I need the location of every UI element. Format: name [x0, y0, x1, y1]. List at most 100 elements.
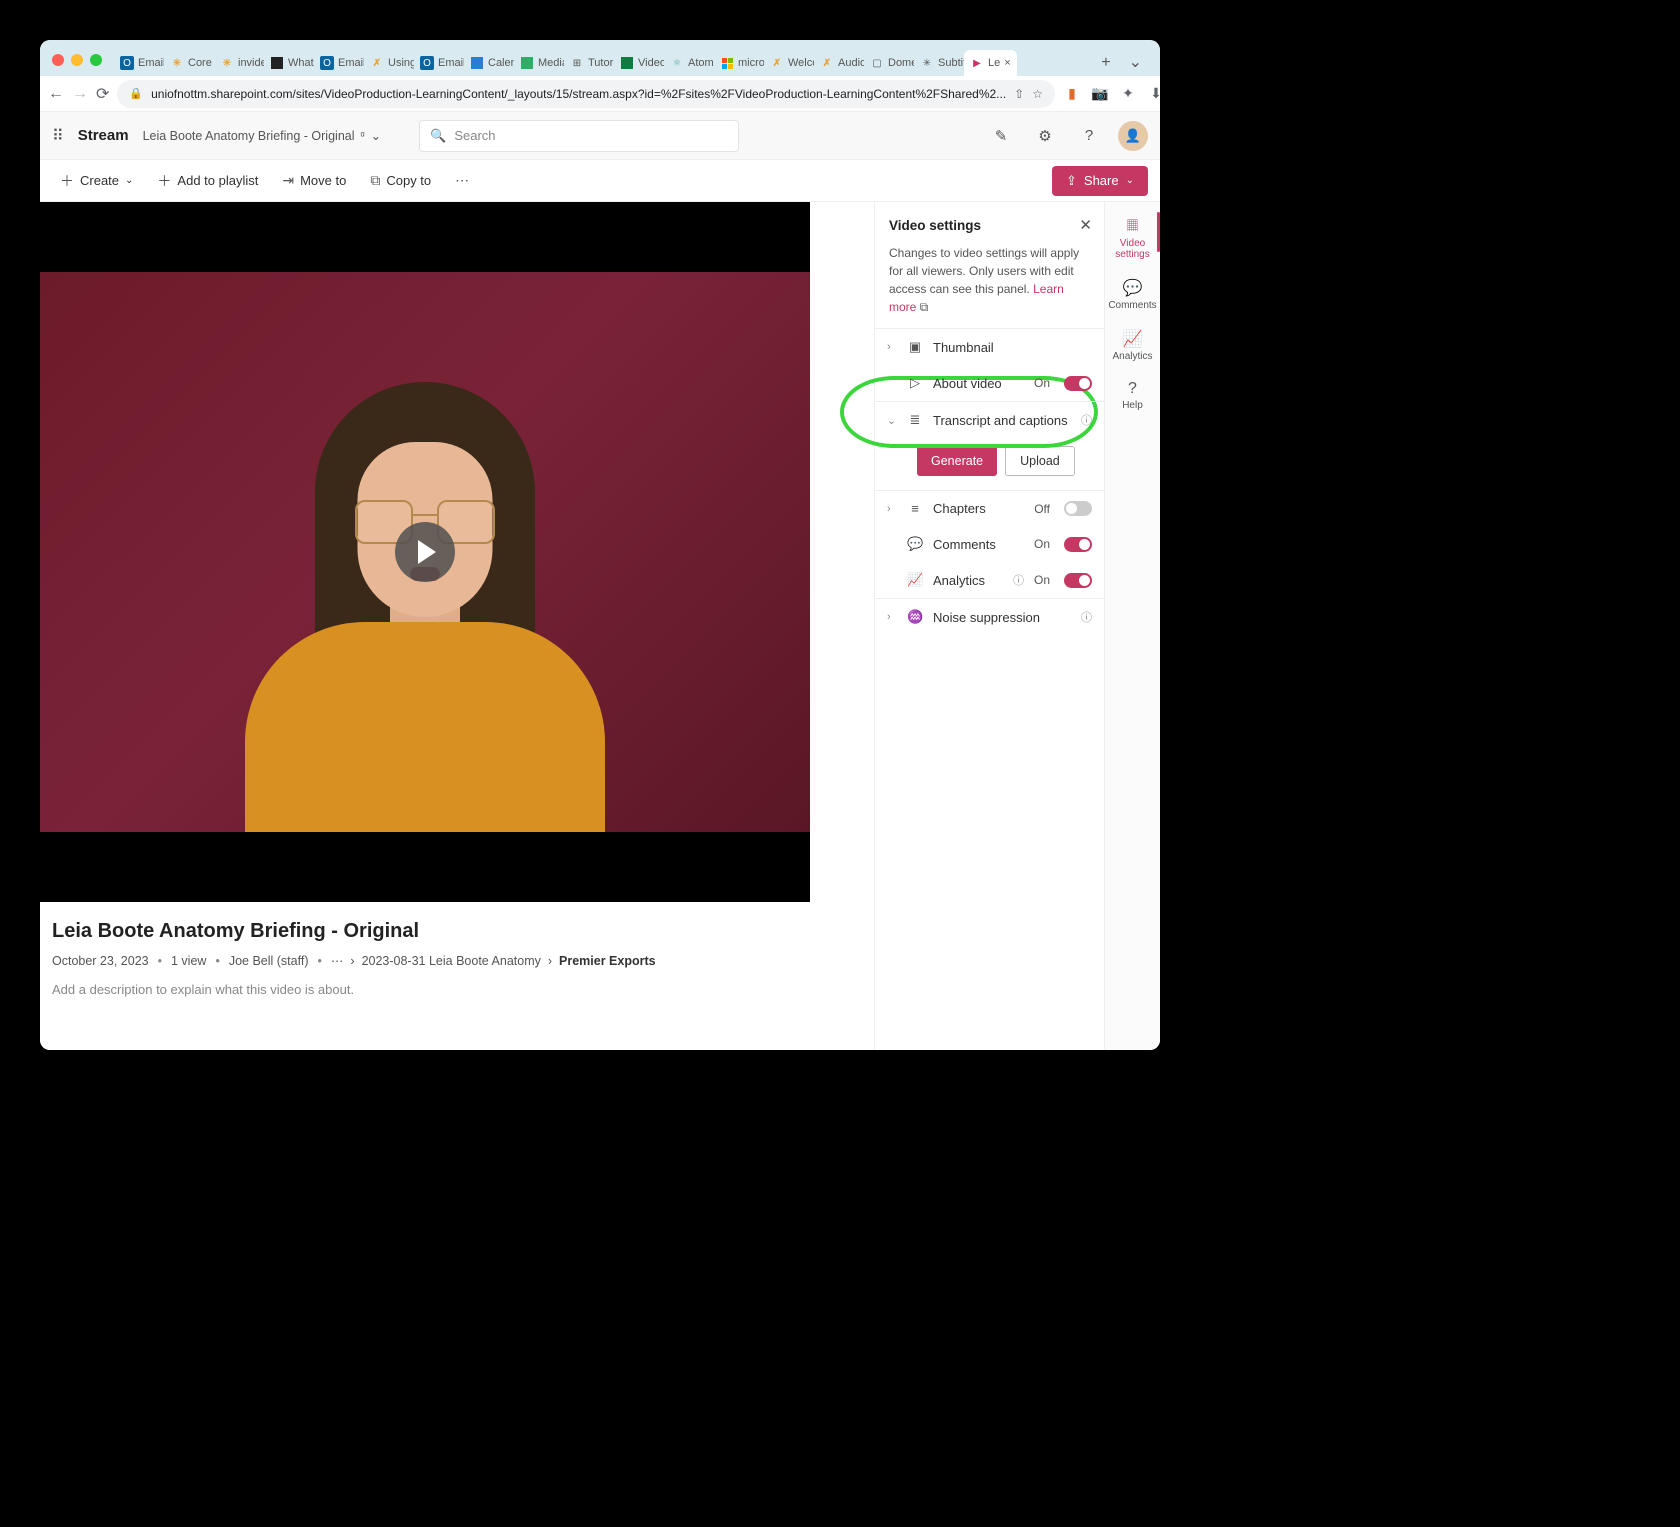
section-thumbnail[interactable]: › ▣ Thumbnail [875, 328, 1104, 365]
download-icon[interactable]: ⬇ [1147, 85, 1160, 103]
section-chapters[interactable]: › ≡ Chapters Off [875, 490, 1104, 526]
document-title[interactable]: Leia Boote Anatomy Briefing - Original ᵅ… [143, 128, 382, 143]
toolbar-icons: ▮ 📷 ✦ ⬇ ▯ 👤 [1063, 85, 1160, 103]
app-launcher-icon[interactable]: ⠿ [52, 126, 64, 146]
breadcrumb-folder[interactable]: 2023-08-31 Leia Boote Anatomy [362, 954, 541, 968]
lock-icon: 🔒 [129, 87, 143, 100]
chevron-right-icon: › [887, 503, 897, 515]
browser-tab[interactable]: ✗Using [364, 50, 414, 76]
chevron-down-icon: ⌄ [887, 414, 897, 427]
camera-icon[interactable]: 📷 [1091, 85, 1109, 103]
search-input[interactable]: 🔍 Search [419, 120, 739, 152]
info-icon[interactable]: ⓘ [1081, 609, 1092, 625]
breadcrumb-current[interactable]: Premier Exports [559, 954, 656, 968]
minimize-window-icon[interactable] [71, 54, 83, 66]
comment-icon: 💬 [1123, 278, 1143, 298]
add-playlist-button[interactable]: ＋Add to playlist [149, 165, 266, 197]
share-button[interactable]: ⇪Share⌄ [1052, 166, 1148, 196]
browser-tab[interactable]: OEmail [314, 50, 364, 76]
close-tab-icon[interactable]: × [1004, 57, 1010, 69]
generate-button[interactable]: Generate [917, 446, 997, 476]
feedback-icon[interactable]: ✎ [986, 121, 1016, 151]
more-button[interactable]: ⋯ [447, 166, 477, 195]
browser-tab[interactable]: Video [614, 50, 664, 76]
browser-tabstrip: OEmail ✳Core t ✳invide What OEmail ✗Usin… [40, 40, 1160, 76]
browser-tabs: OEmail ✳Core t ✳invide What OEmail ✗Usin… [114, 50, 1093, 76]
more-icon[interactable]: ⋯ [331, 953, 344, 968]
video-author[interactable]: Joe Bell (staff) [229, 954, 309, 968]
upload-button[interactable]: Upload [1005, 446, 1075, 476]
section-noise[interactable]: › ♒ Noise suppression ⓘ [875, 598, 1104, 635]
plus-icon: ＋ [157, 171, 171, 191]
rail-help[interactable]: ? Help [1105, 374, 1160, 417]
tabs-overflow-icon[interactable]: ⌄ [1119, 48, 1152, 76]
url-text: uniofnottm.sharepoint.com/sites/VideoPro… [151, 87, 1006, 101]
video-icon: ▷ [907, 375, 923, 391]
app-header: ⠿ Stream Leia Boote Anatomy Briefing - O… [40, 112, 1160, 160]
extension-icon[interactable]: ▮ [1063, 85, 1081, 103]
about-video-toggle[interactable] [1064, 376, 1092, 391]
browser-tab[interactable]: ✳Subtit [914, 50, 964, 76]
extensions-icon[interactable]: ✦ [1119, 85, 1137, 103]
browser-tab[interactable]: ⊞Tutori [564, 50, 614, 76]
chevron-down-icon: ⌄ [1126, 175, 1134, 186]
move-to-button[interactable]: ⇥Move to [274, 166, 354, 195]
section-transcript[interactable]: ⌄ ≣ Transcript and captions ⓘ [875, 401, 1104, 438]
browser-tab[interactable]: micro [714, 50, 764, 76]
rail-video-settings[interactable]: 𝄜 Video settings [1105, 212, 1160, 266]
help-icon: ? [1128, 380, 1137, 398]
browser-tab[interactable]: Calen [464, 50, 514, 76]
share-icon: ⇪ [1066, 173, 1077, 189]
browser-tab[interactable]: What [264, 50, 314, 76]
browser-tab[interactable]: Media [514, 50, 564, 76]
create-button[interactable]: ＋Create⌄ [52, 165, 141, 197]
move-icon: ⇥ [282, 172, 294, 189]
info-icon[interactable]: ⓘ [1013, 572, 1024, 588]
browser-tab[interactable]: OEmail [414, 50, 464, 76]
chapters-toggle[interactable] [1064, 501, 1092, 516]
browser-tab[interactable]: ▢Dome [864, 50, 914, 76]
close-panel-icon[interactable]: ✕ [1079, 216, 1092, 234]
browser-tab[interactable]: ⚛Atom [664, 50, 714, 76]
image-icon: ▣ [907, 339, 923, 355]
user-avatar[interactable]: 👤 [1118, 121, 1148, 151]
command-bar: ＋Create⌄ ＋Add to playlist ⇥Move to ⧉Copy… [40, 160, 1160, 202]
chevron-right-icon: › [350, 954, 354, 968]
section-comments[interactable]: › 💬 Comments On [875, 526, 1104, 562]
section-analytics[interactable]: › 📈 Analytics ⓘ On [875, 562, 1104, 598]
section-about-video[interactable]: ▷ About video On [875, 365, 1104, 401]
close-window-icon[interactable] [52, 54, 64, 66]
browser-tab[interactable]: OEmail [114, 50, 164, 76]
new-tab-button[interactable]: + [1093, 50, 1118, 76]
bookmark-icon[interactable]: ☆ [1032, 87, 1043, 101]
settings-icon[interactable]: ⚙ [1030, 121, 1060, 151]
info-icon[interactable]: ⓘ [1081, 412, 1092, 428]
help-icon[interactable]: ? [1074, 121, 1104, 151]
analytics-toggle[interactable] [1064, 573, 1092, 588]
rail-comments[interactable]: 💬 Comments [1105, 272, 1160, 317]
back-button[interactable]: ← [48, 80, 64, 108]
rail-analytics[interactable]: 📈 Analytics [1105, 323, 1160, 368]
video-settings-panel: Video settings ✕ Changes to video settin… [874, 202, 1104, 1050]
copy-icon: ⧉ [370, 172, 380, 189]
sliders-icon: 𝄜 [1127, 218, 1138, 236]
browser-tab[interactable]: ✳Core t [164, 50, 214, 76]
share-page-icon[interactable]: ⇧ [1014, 87, 1024, 101]
maximize-window-icon[interactable] [90, 54, 102, 66]
address-input[interactable]: 🔒 uniofnottm.sharepoint.com/sites/VideoP… [117, 80, 1055, 108]
reload-button[interactable]: ⟳ [96, 80, 109, 108]
comments-toggle[interactable] [1064, 537, 1092, 552]
browser-tab[interactable]: ✳invide [214, 50, 264, 76]
copy-to-button[interactable]: ⧉Copy to [362, 166, 439, 195]
forward-button[interactable]: → [72, 80, 88, 108]
video-player[interactable] [40, 202, 810, 902]
description-placeholder[interactable]: Add a description to explain what this v… [52, 982, 862, 997]
browser-tab[interactable]: ✗Welco [764, 50, 814, 76]
play-button[interactable] [395, 522, 455, 582]
video-title: Leia Boote Anatomy Briefing - Original [52, 920, 862, 943]
video-views: 1 view [171, 954, 206, 968]
chevron-right-icon: › [887, 611, 897, 623]
external-link-icon: ⧉ [920, 300, 929, 314]
browser-tab[interactable]: ✗Audio [814, 50, 864, 76]
browser-tab-active[interactable]: ▶Le× [964, 50, 1017, 76]
